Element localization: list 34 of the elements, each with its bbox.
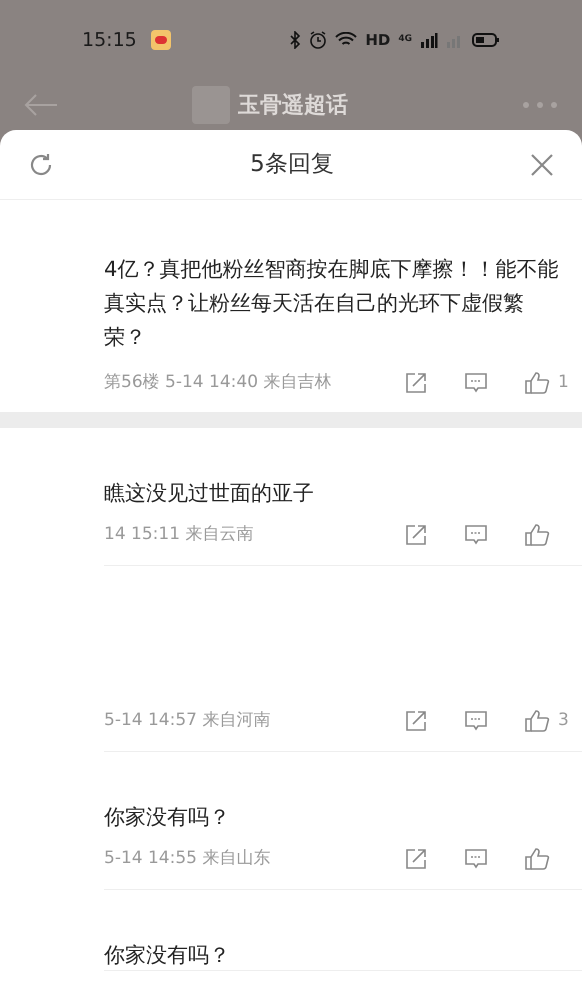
share-icon[interactable] xyxy=(404,847,428,871)
comment-icon[interactable] xyxy=(464,710,488,732)
comment-meta: 5-14 14:57 来自河南 xyxy=(104,709,270,732)
share-icon[interactable] xyxy=(404,523,428,547)
thumbs-up-icon[interactable] xyxy=(524,709,550,733)
comment-meta: 第56楼 5-14 14:40 来自吉林 xyxy=(104,371,332,394)
comment-icon[interactable] xyxy=(464,372,488,394)
comment-icon[interactable] xyxy=(464,848,488,870)
thumbs-up-icon[interactable] xyxy=(524,847,550,871)
signal-label: 4G xyxy=(398,33,412,46)
comment-meta: 14 15:11 来自云南 xyxy=(104,523,254,546)
reply-text: 你家没有吗？ xyxy=(104,943,230,967)
network-label: HD xyxy=(365,30,390,51)
comment-meta: 5-14 14:55 来自山东 xyxy=(104,847,270,870)
like-count: 3 xyxy=(558,709,569,732)
thumbs-up-icon[interactable] xyxy=(524,371,550,395)
app-notification-icon xyxy=(150,30,171,50)
like-count: 1 xyxy=(558,371,569,394)
sheet-title: 5条回复 xyxy=(249,150,335,180)
bluetooth-icon xyxy=(289,31,302,49)
share-icon[interactable] xyxy=(404,371,428,395)
comment-icon[interactable] xyxy=(464,524,488,546)
share-icon[interactable] xyxy=(404,709,428,733)
page-title: 玉骨遥超话 xyxy=(238,92,348,120)
clock: 15:15 xyxy=(82,28,137,53)
close-icon[interactable] xyxy=(530,152,554,176)
thumbs-up-icon[interactable] xyxy=(524,523,550,547)
refresh-icon[interactable] xyxy=(28,152,54,178)
alarm-icon xyxy=(309,31,328,49)
battery-icon xyxy=(472,32,500,48)
reply-text: 瞧这没见过世面的亚子 xyxy=(104,481,314,505)
reply-text: 你家没有吗？ xyxy=(104,805,230,829)
signal-icon xyxy=(420,32,438,48)
comment-text: 4亿？真把他粉丝智商按在脚底下摩擦！！能不能真实点？让粉丝每天活在自己的光环下虚假繁荣？ xyxy=(104,256,560,351)
